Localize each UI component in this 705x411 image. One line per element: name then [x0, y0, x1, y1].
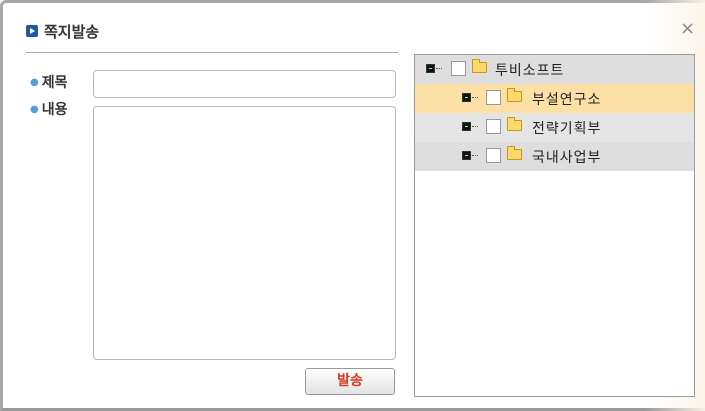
expand-toggle-icon[interactable]: [462, 93, 471, 102]
content-label: 내용: [41, 102, 68, 118]
subject-label: 제목: [41, 75, 68, 91]
expand-toggle-icon[interactable]: [462, 151, 471, 160]
tree-item-checkbox[interactable]: [486, 148, 501, 163]
collapse-toggle-icon[interactable]: [426, 64, 435, 73]
folder-icon: [507, 88, 522, 102]
content-textarea[interactable]: [93, 106, 396, 360]
folder-icon: [507, 117, 522, 131]
tree-item-research[interactable]: 부설연구소: [415, 84, 694, 113]
tree-root-checkbox[interactable]: [451, 61, 466, 76]
bullet-dot-icon: ●: [30, 104, 39, 115]
tree-root-label: 투비소프트: [495, 63, 565, 79]
folder-open-icon: [472, 59, 487, 73]
bullet-dot-icon: ●: [30, 77, 39, 88]
close-icon[interactable]: ×: [680, 20, 695, 38]
tree-item-checkbox[interactable]: [486, 90, 501, 105]
title-divider: [26, 52, 398, 53]
tree-item-label: 국내사업부: [532, 150, 602, 166]
tree-item-strategy[interactable]: 전략기획부: [415, 113, 694, 142]
dialog-title: 쪽지발송: [44, 23, 100, 41]
tree-connector: [472, 97, 478, 98]
tree-connector: [472, 155, 478, 156]
tree-item-checkbox[interactable]: [486, 119, 501, 134]
tree-item-label: 부설연구소: [532, 92, 602, 108]
tree-root-row[interactable]: 투비소프트: [415, 55, 694, 84]
tree-connector: [472, 126, 478, 127]
tree-item-domestic[interactable]: 국내사업부: [415, 142, 694, 171]
expand-toggle-icon[interactable]: [462, 122, 471, 131]
recipient-tree: 투비소프트 부설연구소 전략기획부 국내사업부: [414, 54, 695, 397]
content-label-wrap: ● 내용: [30, 99, 68, 119]
subject-label-wrap: ● 제목: [30, 72, 68, 92]
tree-connector: [436, 68, 442, 69]
send-button[interactable]: 발송: [305, 368, 395, 395]
folder-icon: [507, 146, 522, 160]
title-bullet-icon: [26, 25, 38, 37]
subject-input[interactable]: [93, 70, 396, 98]
tree-item-label: 전략기획부: [532, 121, 602, 137]
